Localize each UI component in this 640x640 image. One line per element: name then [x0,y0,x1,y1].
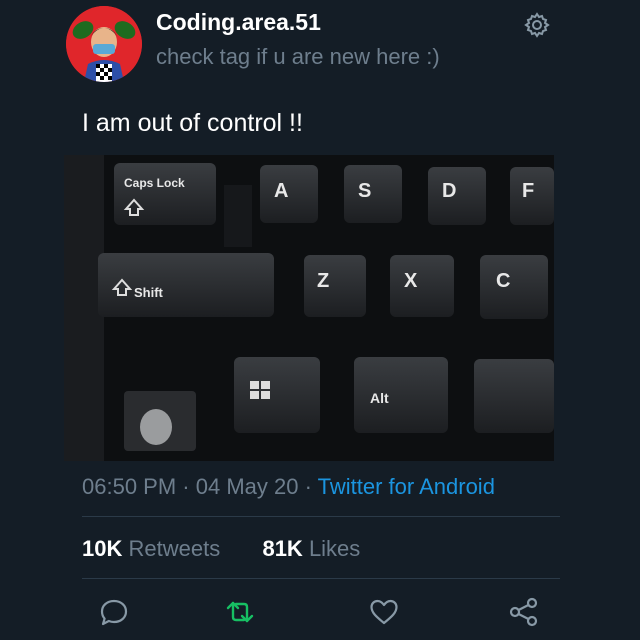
retweet-icon[interactable] [224,596,256,628]
user-display-name[interactable]: Coding.area.51 [156,9,321,36]
keyboard-photo: Caps Lock A S D F Shift Z X C Alt [64,155,554,461]
tweet-date: 04 May 20 [195,474,299,499]
key-label-f: F [522,180,534,202]
key-label-c: C [496,270,510,292]
key-label-alt: Alt [370,390,389,406]
likes-count: 81K [262,536,303,561]
retweets-stat[interactable]: 10K Retweets [82,536,220,561]
settings-gear-icon[interactable] [524,12,550,38]
tweet-stats: 10K Retweets 81K Likes [82,536,360,562]
share-icon[interactable] [508,596,540,628]
tweet-time: 06:50 PM [82,474,177,499]
reply-icon[interactable] [98,596,130,628]
key-label-a: A [274,180,288,202]
tweet-text: I am out of control !! [82,109,303,137]
retweets-label: Retweets [128,536,221,561]
key-label-d: D [442,180,456,202]
key-label-z: Z [317,270,329,292]
divider [82,516,560,517]
key-label-s: S [358,180,371,202]
retweets-count: 10K [82,536,123,561]
user-bio: check tag if u are new here :) [156,44,440,69]
like-heart-icon[interactable] [368,596,400,628]
tweet-timestamp-line: 06:50 PM · 04 May 20 · Twitter for Andro… [82,474,495,500]
tweet-image-keyboard[interactable]: Caps Lock A S D F Shift Z X C Alt [64,155,554,461]
likes-label: Likes [308,536,361,561]
tweet-source-link[interactable]: Twitter for Android [318,474,495,499]
divider [82,578,560,579]
meta-separator: · [176,474,196,499]
key-label-x: X [404,270,418,292]
meta-separator: · [298,474,318,499]
avatar-alien-image [66,6,142,82]
likes-stat[interactable]: 81K Likes [262,536,360,561]
avatar[interactable] [66,6,142,82]
key-label-caps-lock: Caps Lock [124,176,185,190]
key-label-shift: Shift [134,285,164,300]
